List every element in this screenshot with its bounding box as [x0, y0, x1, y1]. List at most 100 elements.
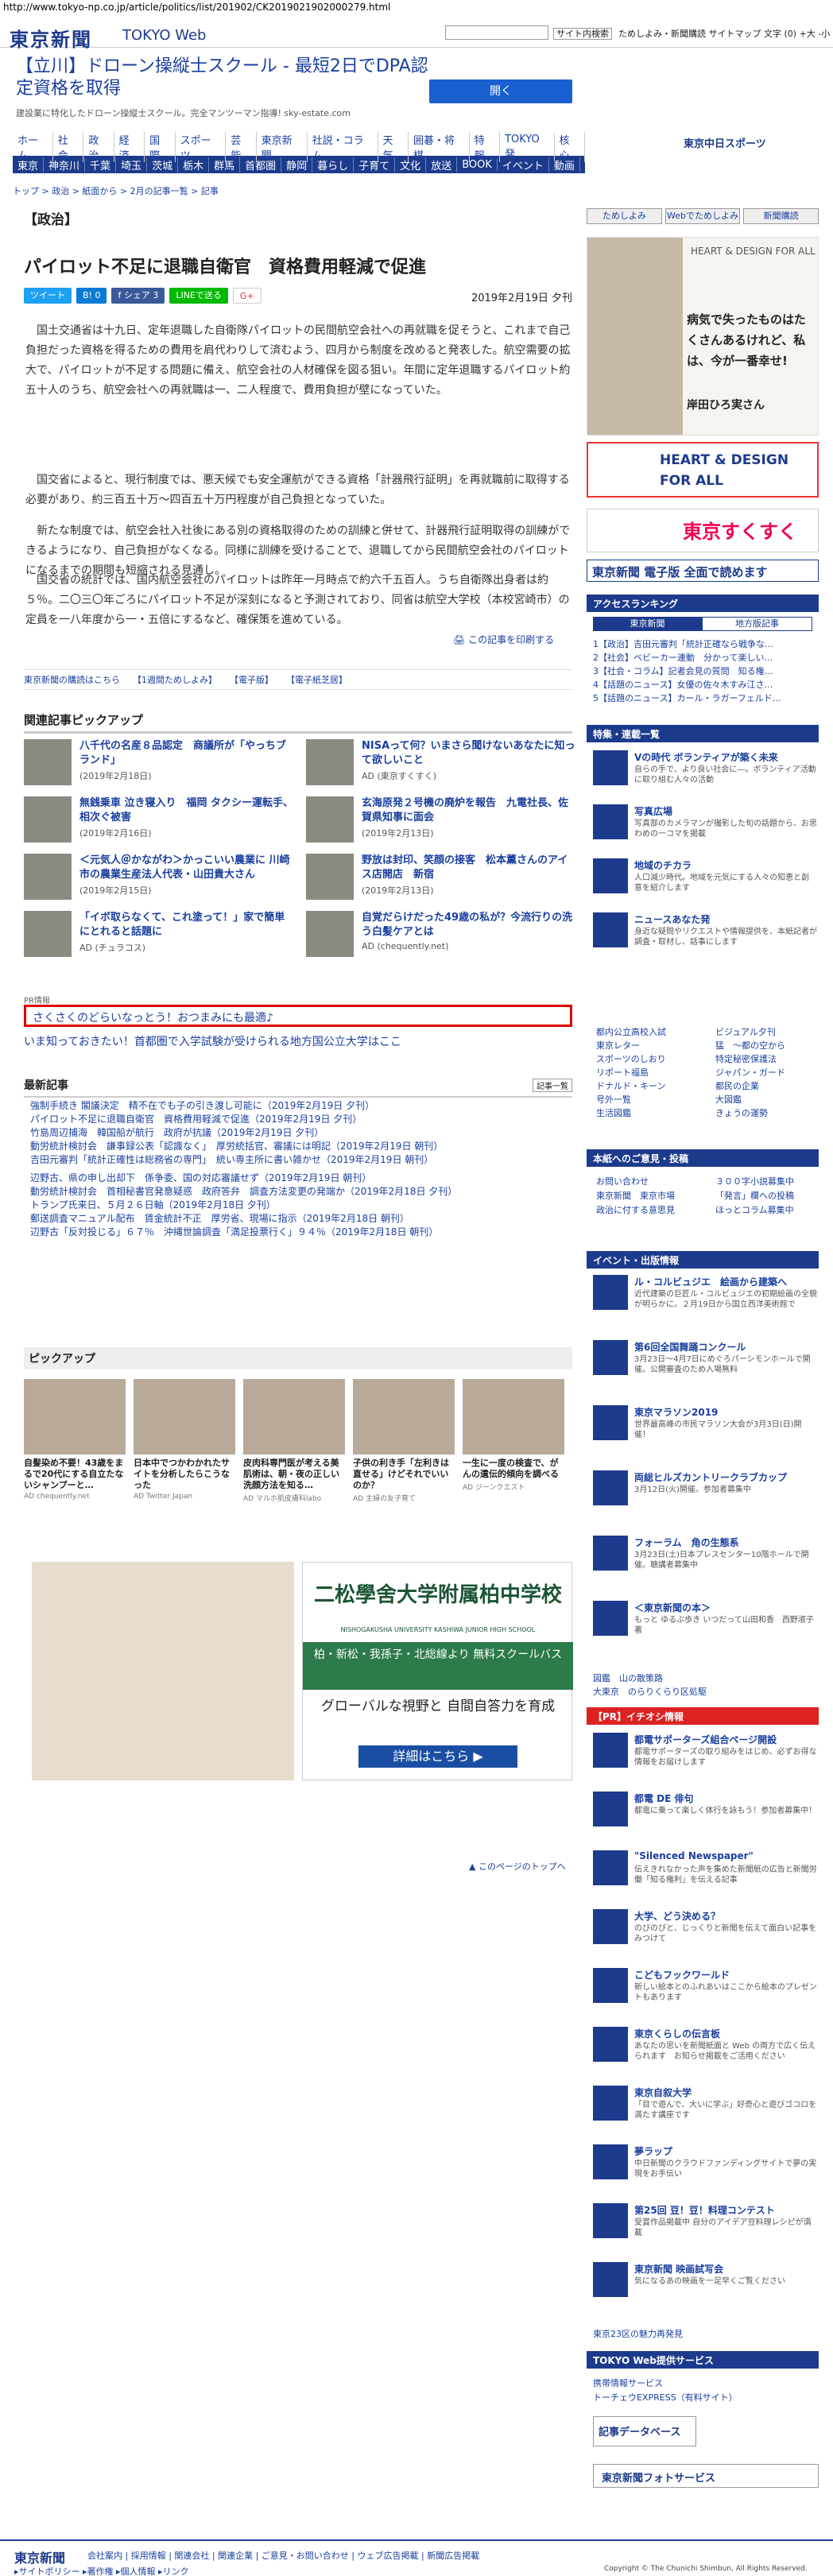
latest-item[interactable]: 強制手続き 閣議決定 精不在でも子の引き渡し可能に（2019年2月19日 夕刊）	[30, 1098, 374, 1112]
ad-detail-button[interactable]: 詳細はこちら ▶	[358, 1745, 517, 1768]
related-title[interactable]: 野放は封印、笑顔の接客 松本薫さんのアイス店開店 新宿	[362, 854, 576, 882]
line-button[interactable]: LINEで送る	[169, 288, 228, 304]
header-link-text[interactable]: ためしよみ・新聞購読 サイトマップ 文字 (0) +大 -小	[618, 29, 830, 39]
pickup-title[interactable]: 皮肉科専門医が考える美肌術は、朝・夜の正しい洗顔方法を知る…	[243, 1458, 345, 1491]
service-link[interactable]: 携帯情報サービス	[593, 2377, 816, 2389]
nav-item-region[interactable]: 子育て	[354, 157, 396, 172]
footer-links[interactable]: 会社案内 | 採用情報 | 関連会社 | 関連企業 | ご意見・お問い合わせ |…	[87, 2549, 479, 2562]
pr-item[interactable]: "Silenced Newspaper" 伝えきれなかった声を集めた新聞紙の広告と…	[593, 1850, 819, 1893]
nav-item-region[interactable]: 埼玉	[116, 157, 148, 172]
pickup-item[interactable]: 子供の利き手「左利きは直せる」けどそれでいいのか？ AD 主婦の友子育て	[353, 1379, 455, 1503]
pr-title[interactable]: 都電 DE 俳句	[634, 1792, 817, 1805]
pr-title[interactable]: こどもフックワールド	[634, 1968, 817, 1981]
voice-link[interactable]: 政治に付する意思見	[596, 1203, 707, 1216]
event-title[interactable]: 第6回全国舞踊コンクール	[634, 1340, 817, 1354]
sports-link[interactable]: 東京中日スポーツ	[684, 135, 766, 150]
ekami-link[interactable]: 【電子紙芝居】	[286, 673, 347, 686]
pr-item[interactable]: 都電 DE 俳句 都電に乗って楽しく体行を詠もう！参加者募集中！	[593, 1792, 819, 1834]
ad-photo[interactable]	[32, 1562, 294, 1780]
event-title[interactable]: 東京マラソン2019	[634, 1405, 817, 1419]
related-title[interactable]: NISAって何？いまさら聞けないあなたに知って欲しいこと	[362, 739, 576, 768]
nav-item-region[interactable]: 神奈川	[44, 157, 86, 172]
pickup-title[interactable]: 一生に一度の検査で、がんの遺伝的傾向を調べる	[463, 1458, 564, 1480]
pr-item[interactable]: 東京自叙大学 「目で遊んで、大いに学ぶ」好奇心と遊びゴコロを満たす講座です	[593, 2086, 819, 2129]
event-item[interactable]: 第6回全国舞踊コンクール 3月23日〜4月7日にめぐろパーシモンホールで開催。公開…	[593, 1340, 819, 1383]
access-item[interactable]: 3【社会・コラム】記者会見の質問 知る権…	[593, 664, 816, 677]
pr-link[interactable]: いま知っておきたい！首都圏で入学試験が受けられる地方国公立大学はここ	[24, 1033, 401, 1049]
pickup-image[interactable]	[463, 1379, 564, 1455]
pickup-image[interactable]	[353, 1379, 455, 1455]
nav-item-region[interactable]: 群馬	[209, 157, 241, 172]
pr-title[interactable]: 東京自叙大学	[634, 2086, 817, 2099]
site-logo[interactable]: 東京新聞	[10, 24, 92, 52]
trial-button[interactable]: ためしよみ	[587, 208, 662, 224]
access-item[interactable]: 2【社会】ベビーカー連動 分かって楽しい…	[593, 651, 816, 664]
related-item[interactable]: 「イボ取らなくて、これ塗って！」家で簡単にとれると話題に AD (チュラコス)	[24, 911, 294, 959]
event-title[interactable]: ＜東京新聞の本＞	[634, 1601, 817, 1614]
pr-title[interactable]: 東京くらしの伝言板	[634, 2027, 817, 2040]
pr-title[interactable]: "Silenced Newspaper"	[634, 1850, 817, 1861]
voice-link[interactable]: 東京新聞 東京市場	[596, 1189, 707, 1202]
ad-panel[interactable]: 二松學舍大学附属柏中学校 NISHOGAKUSHA UNIVERSITY KAS…	[302, 1562, 573, 1780]
access-tab-tokyo[interactable]: 東京新聞	[593, 617, 702, 631]
breadcrumb[interactable]: トップ > 政治 > 紙面から > 2月の記事一覧 > 記事	[13, 184, 219, 197]
site-logo-web[interactable]: TOKYO Web	[122, 27, 206, 44]
event-title[interactable]: ル・コルビュジエ 絵画から建築へ	[634, 1275, 817, 1288]
pickup-image[interactable]	[243, 1379, 345, 1455]
print-label[interactable]: この記事を印刷する	[468, 634, 554, 645]
related-thumb[interactable]	[306, 854, 354, 900]
latest-item[interactable]: 動労統計検討会 謙事録公表「認識なく」 厚労統括官、審議には明記（2019年2月…	[30, 1139, 443, 1152]
ad-title[interactable]: 【立川】ドローン操縦士スクール - 最短2日でDPA認定資格を取得	[16, 56, 429, 100]
latest-item[interactable]: 辺野古、県の申し出却下 係争委、国の対応審議せず（2019年2月19日 朝刊）	[30, 1171, 371, 1184]
pr-title[interactable]: 夢ラップ	[634, 2144, 817, 2158]
pr-title[interactable]: 都電サポーターズ組合ページ開設	[634, 1733, 817, 1746]
footer-logo[interactable]: 東京新聞	[14, 2547, 65, 2566]
ad-banner[interactable]: 【立川】ドローン操縦士スクール - 最短2日でDPA認定資格を取得 建設業に特化…	[16, 56, 572, 127]
pr-item[interactable]: こどもフックワールド 新しい絵本とのふれあいはここから絵本のプレゼントもあります	[593, 1968, 819, 2011]
event-item[interactable]: 東京マラソン2019 世界最高峰の市民マラソン大会が3月3日(日)開催！	[593, 1405, 819, 1448]
related-item[interactable]: 野放は封印、笑顔の接客 松本薫さんのアイス店開店 新宿 (2019年2月13日)	[306, 854, 576, 901]
category-link[interactable]: ビジュアル夕刊	[715, 1025, 827, 1038]
feature-title[interactable]: ニュースあなた発	[634, 912, 817, 926]
free-link[interactable]: 大東京 のらりくらり区処駆	[593, 1685, 816, 1698]
access-item[interactable]: 5【話題のニュース】カール・ラガーフェルド…	[593, 691, 816, 704]
nav-item[interactable]: 特報	[470, 132, 501, 162]
heart-design-banner[interactable]: HEART & DESIGN FOR ALL	[587, 442, 819, 498]
feature-title[interactable]: Vの時代 ボランティアが築く未来	[634, 750, 817, 764]
pr-item[interactable]: 東京新聞 映画試写会 気になるあの映画を一足早くご覧ください	[593, 2262, 819, 2305]
latest-item[interactable]: 動労統計検討会 首相秘書官発意疑惑 政府答弁 調査方法変更の発端か（2019年2…	[30, 1184, 457, 1198]
related-item[interactable]: 自覚だらけだった49歳の私が？今流行りの洗う白髪ケアとは AD (chequent…	[306, 911, 576, 959]
service-link[interactable]: トーチェウEXPRESS（有料サイト）	[593, 2391, 816, 2404]
related-thumb[interactable]	[306, 739, 354, 785]
latest-item[interactable]: 吉田元審判「統計正確性は総務省の専門」 統い専主所に書い雑かせ（2019年2月1…	[30, 1152, 433, 1166]
gplus-button[interactable]: G+	[232, 288, 262, 304]
category-link[interactable]: スポーツのしおり	[596, 1052, 707, 1065]
feature-item[interactable]: ニュースあなた発 身近な疑問やリクエストや情報提供を、本紙記者が調査・取材し、話事…	[593, 912, 819, 955]
nav-item-region[interactable]: 首都圏	[240, 157, 282, 172]
heart-design-ad[interactable]: HEART & DESIGN FOR ALL 病気で失ったものはたくさんあるけれ…	[587, 237, 819, 436]
pickup-item[interactable]: 皮肉科専門医が考える美肌術は、朝・夜の正しい洗顔方法を知る… AD マルホ肌皮膚科…	[243, 1379, 345, 1503]
access-tab-local[interactable]: 地方版記事	[702, 617, 812, 631]
voice-link[interactable]: ３００字小説募集中	[715, 1175, 827, 1187]
sidebar-link[interactable]: 東京23区の魅力再発見	[593, 2327, 816, 2340]
facebook-share-button[interactable]: f シェア 3	[111, 288, 165, 304]
category-link[interactable]: ドナルド・キーン	[596, 1079, 707, 1092]
category-link[interactable]: 号外一覧	[596, 1093, 707, 1106]
feature-item[interactable]: 写真広場 写真部のカメラマンが撮影した旬の話題から、お思わめの一コマを掲載	[593, 804, 819, 847]
related-thumb[interactable]	[24, 739, 72, 785]
photo-service-banner[interactable]: 東京新聞フォトサービス	[593, 2464, 819, 2488]
event-item[interactable]: ＜東京新聞の本＞ もっと ゆるぶ歩き いつだって山田和香 西野淑子 著	[593, 1601, 819, 1644]
feature-item[interactable]: Vの時代 ボランティアが築く未来 自らの手で、より良い社会に―。ボランティア活動に…	[593, 750, 819, 793]
latest-list-link[interactable]: 記事一覧	[533, 1079, 572, 1092]
category-link[interactable]: 都民の企業	[715, 1079, 827, 1092]
related-title[interactable]: 八千代の名産８品認定 商議所が「やっちブランド」	[79, 739, 294, 768]
category-link[interactable]: きょうの運勢	[715, 1106, 827, 1119]
pickup-item[interactable]: 一生に一度の検査で、がんの遺伝的傾向を調べる AD ジーンクエスト	[463, 1379, 564, 1492]
related-item[interactable]: 玄海原発２号機の廃炉を報告 九電社長、佐賀県知事に面会 (2019年2月13日)	[306, 796, 576, 844]
pr-item[interactable]: 都電サポーターズ組合ページ開設 都電サポーターズの取り組みをはじめ、必ずお得な情報…	[593, 1733, 819, 1776]
event-title[interactable]: フォーラム 角の生態系	[634, 1536, 817, 1549]
related-thumb[interactable]	[306, 911, 354, 957]
latest-item[interactable]: 郵送調査マニュアル配布 賃金統計不正 厚労省、現場に指示（2019年2月18日 …	[30, 1211, 409, 1225]
related-title[interactable]: 「イボ取らなくて、これ塗って！」家で簡単にとれると話題に	[79, 911, 294, 939]
web-trial-button[interactable]: Webでためしよみ	[664, 208, 741, 224]
